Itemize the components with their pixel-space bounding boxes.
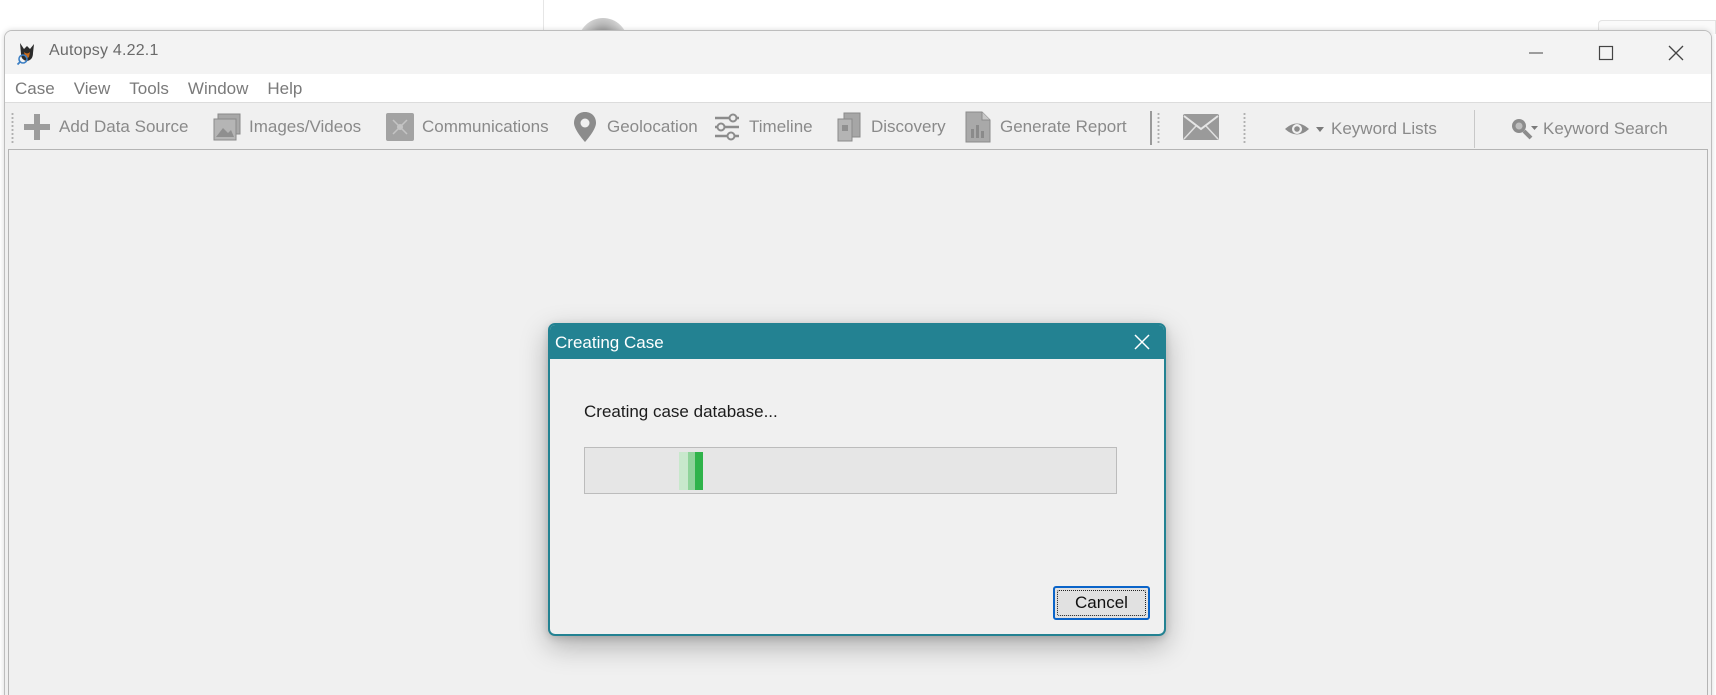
geolocation-button[interactable]: Geolocation bbox=[569, 110, 698, 144]
progress-chunk bbox=[679, 452, 688, 490]
close-icon bbox=[1668, 45, 1684, 60]
images-videos-label: Images/Videos bbox=[249, 117, 362, 136]
window-title: Autopsy 4.22.1 bbox=[49, 42, 159, 59]
toolbar-grip-3[interactable] bbox=[1243, 112, 1246, 144]
add-data-source-label: Add Data Source bbox=[59, 117, 189, 136]
keyword-lists-label: Keyword Lists bbox=[1331, 119, 1437, 138]
menu-window[interactable]: Window bbox=[188, 78, 248, 99]
menu-case[interactable]: Case bbox=[15, 78, 55, 99]
progress-chunk bbox=[688, 452, 695, 490]
images-icon bbox=[211, 111, 243, 143]
toolbar-grip[interactable] bbox=[11, 112, 14, 144]
keyword-search-button[interactable]: Keyword Search bbox=[1509, 112, 1668, 146]
menu-help[interactable]: Help bbox=[267, 78, 302, 99]
close-icon bbox=[1134, 334, 1150, 350]
magnifier-icon bbox=[1509, 113, 1539, 145]
autopsy-logo-icon bbox=[16, 43, 34, 66]
timeline-button[interactable]: Timeline bbox=[711, 110, 813, 144]
focus-ring bbox=[1057, 590, 1146, 616]
background-desktop-strip bbox=[0, 0, 1716, 32]
minimize-button[interactable] bbox=[1501, 31, 1571, 74]
main-toolbar: Add Data Source Images/Videos Communicat… bbox=[5, 102, 1711, 148]
dialog-titlebar[interactable]: Creating Case bbox=[550, 325, 1164, 359]
envelope-icon bbox=[1181, 111, 1221, 143]
toolbar-divider bbox=[1474, 110, 1475, 148]
menu-view[interactable]: View bbox=[74, 78, 111, 99]
discovery-button[interactable]: Discovery bbox=[833, 110, 946, 144]
dialog-close-button[interactable] bbox=[1128, 329, 1156, 355]
creating-case-dialog: Creating Case Creating case database... … bbox=[548, 323, 1166, 636]
generate-report-button[interactable]: Generate Report bbox=[962, 110, 1127, 144]
menu-bar: Case View Tools Window Help bbox=[5, 74, 1711, 102]
report-icon bbox=[962, 111, 994, 143]
minimize-icon bbox=[1529, 52, 1543, 53]
cancel-button[interactable]: Cancel bbox=[1053, 586, 1150, 620]
close-window-button[interactable] bbox=[1641, 31, 1711, 74]
maximize-icon bbox=[1598, 45, 1614, 60]
images-videos-button[interactable]: Images/Videos bbox=[211, 110, 361, 144]
menu-tools[interactable]: Tools bbox=[129, 78, 169, 99]
toolbar-separator bbox=[1150, 111, 1152, 145]
email-button[interactable] bbox=[1181, 110, 1227, 144]
keyword-lists-button[interactable]: Keyword Lists bbox=[1283, 112, 1437, 146]
discovery-label: Discovery bbox=[871, 117, 946, 136]
window-titlebar[interactable]: Autopsy 4.22.1 bbox=[5, 31, 1711, 74]
toolbar-grip-2[interactable] bbox=[1157, 112, 1160, 144]
timeline-label: Timeline bbox=[749, 117, 813, 136]
timeline-icon bbox=[711, 111, 743, 143]
map-pin-icon bbox=[569, 111, 601, 143]
status-message: Creating case database... bbox=[584, 402, 778, 421]
communications-label: Communications bbox=[422, 117, 549, 136]
progress-chunk bbox=[695, 452, 703, 490]
progress-bar bbox=[584, 447, 1117, 494]
eye-icon bbox=[1283, 113, 1327, 145]
generate-report-label: Generate Report bbox=[1000, 117, 1127, 136]
keyword-search-label: Keyword Search bbox=[1543, 119, 1668, 138]
discovery-icon bbox=[833, 111, 865, 143]
communications-icon bbox=[384, 111, 416, 143]
add-data-source-button[interactable]: Add Data Source bbox=[21, 110, 188, 144]
maximize-button[interactable] bbox=[1571, 31, 1641, 74]
geolocation-label: Geolocation bbox=[607, 117, 698, 136]
background-divider bbox=[543, 0, 544, 32]
plus-icon bbox=[21, 111, 53, 143]
dialog-title: Creating Case bbox=[555, 333, 664, 352]
communications-button[interactable]: Communications bbox=[384, 110, 549, 144]
